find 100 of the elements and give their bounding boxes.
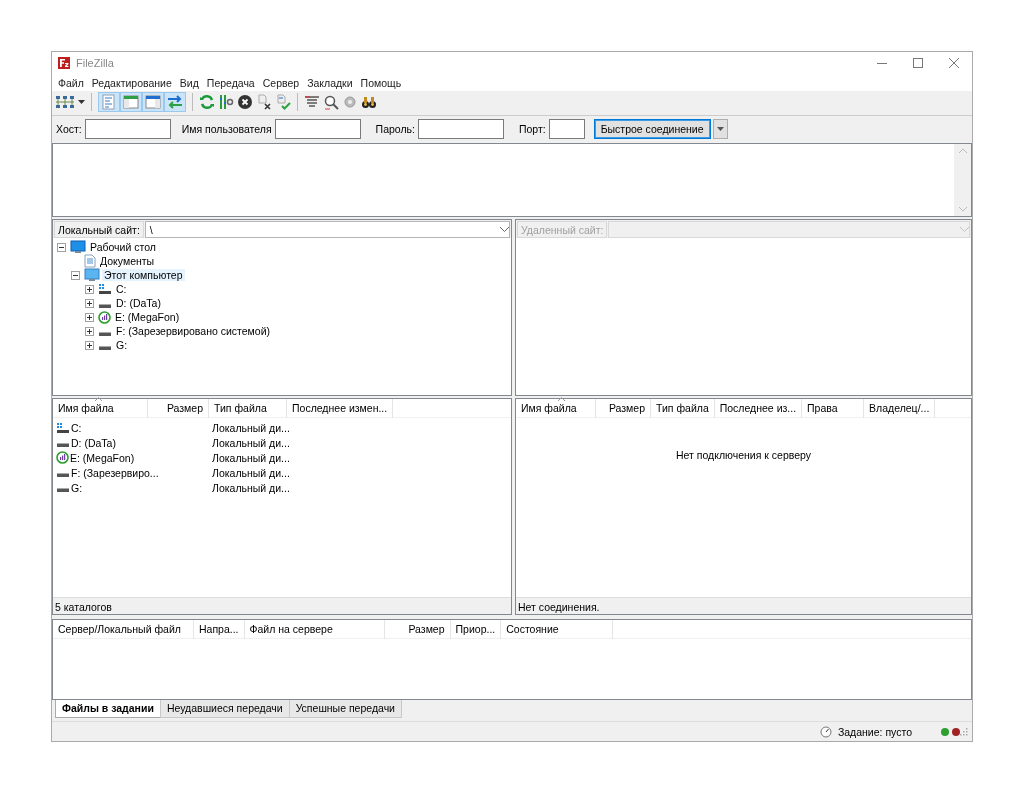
refresh-icon[interactable] [199, 94, 215, 110]
close-icon[interactable] [949, 58, 959, 68]
tree-item[interactable]: Этот компьютер [102, 269, 185, 281]
monitor-icon [84, 268, 100, 282]
cancel-icon[interactable] [237, 94, 253, 110]
file-name-cell[interactable]: C: [53, 421, 209, 434]
toggle-button[interactable] [98, 92, 120, 112]
column-header[interactable]: Последнее из... [714, 399, 803, 418]
field-label: Порт: [518, 122, 546, 135]
tree-item[interactable]: D: (DaTa) [114, 297, 163, 309]
expand-icon[interactable] [85, 284, 94, 294]
tree-item[interactable]: F: (Зарезервировано системой) [114, 325, 273, 337]
text-field[interactable] [84, 118, 171, 139]
site-label: Локальный сайт: [54, 221, 144, 238]
table-cell-text: Локальный ди... [211, 481, 291, 494]
column-header[interactable]: Файл на сервере [244, 620, 385, 639]
menu-item[interactable]: Сервер [258, 76, 304, 89]
transfer-arrows-icon [167, 94, 183, 110]
tree-item[interactable]: E: (MegaFon) [113, 311, 182, 323]
queue-process-icon[interactable] [218, 94, 234, 110]
tab[interactable]: Неудавшиеся передачи [159, 700, 290, 718]
toggle-button[interactable] [142, 92, 164, 112]
collapse-icon[interactable] [71, 270, 80, 280]
binoculars-icon[interactable] [361, 94, 377, 110]
menu-item[interactable]: Вид [175, 76, 203, 89]
file-name-cell[interactable]: D: (DaTa) [53, 436, 209, 449]
column-header[interactable]: Размер [384, 620, 451, 639]
drive-icon [99, 303, 111, 308]
column-header[interactable]: Тип файла [209, 399, 287, 418]
filter-icon[interactable] [304, 94, 320, 110]
file-name-cell[interactable]: F: (Зарезервиро... [53, 466, 209, 479]
menu-item[interactable]: Закладки [303, 76, 357, 89]
tree-item[interactable]: G: [114, 339, 130, 351]
file-name-cell[interactable]: E: (MegaFon) [53, 451, 209, 464]
drive-icon [57, 488, 69, 492]
column-header[interactable]: Напра... [194, 620, 245, 639]
table-cell-text: Локальный ди... [211, 451, 291, 464]
drive-icon [99, 345, 111, 350]
collapse-icon[interactable] [57, 242, 66, 252]
chevron-icon [960, 227, 969, 232]
tree-item[interactable]: C: [114, 283, 129, 295]
field-label: Пароль: [375, 122, 415, 135]
expand-icon[interactable] [85, 298, 94, 308]
toggle-button[interactable] [120, 92, 142, 112]
caret-icon[interactable] [78, 100, 85, 104]
column-header[interactable]: Состояние [501, 620, 614, 639]
scrollbar[interactable] [954, 144, 971, 216]
status-text: Нет соединения. [516, 597, 971, 614]
column-header[interactable]: Размер [596, 399, 651, 418]
maximize-icon[interactable] [913, 58, 923, 68]
column-header[interactable]: Тип файла [651, 399, 715, 418]
tree-item[interactable]: Рабочий стол [88, 241, 158, 253]
file-name-cell[interactable]: G: [53, 481, 209, 494]
column-header[interactable]: Имя файла [516, 399, 596, 418]
quickconnect-button[interactable]: Быстрое соединение [593, 118, 711, 139]
column-header[interactable]: Сервер/Локальный файл [53, 620, 194, 639]
signal-icon [56, 451, 69, 464]
column-header[interactable]: Имя файла [53, 399, 148, 418]
log-icon [101, 94, 117, 110]
caret-icon [716, 126, 724, 131]
text-field[interactable] [548, 118, 585, 139]
drive-icon [57, 473, 69, 477]
panel-icon [123, 94, 139, 110]
menu-item[interactable]: Передача [202, 76, 259, 89]
text-field[interactable] [274, 118, 361, 139]
drive-icon [99, 331, 111, 336]
expand-icon[interactable] [85, 312, 94, 322]
path-field[interactable]: \ [144, 221, 510, 238]
column-header[interactable]: Приор... [450, 620, 502, 639]
field-label: Имя пользователя [181, 122, 272, 135]
window-title: FileZilla [76, 57, 114, 69]
table-cell-text: Локальный ди... [211, 436, 291, 449]
column-header[interactable]: Последнее измен... [287, 399, 394, 418]
column-header[interactable]: Размер [148, 399, 209, 418]
resize-grip-icon [960, 727, 968, 736]
expand-icon[interactable] [85, 340, 94, 350]
status-text: 5 каталогов [53, 597, 511, 614]
table-cell-text: Локальный ди... [211, 466, 291, 479]
empty-message: Нет подключения к серверу [675, 448, 812, 461]
menu-item[interactable]: Файл [54, 76, 88, 89]
column-header[interactable]: Права [802, 399, 865, 418]
menu-item[interactable]: Редактирование [87, 76, 176, 89]
drive-icon [57, 443, 69, 447]
tab[interactable]: Успешные передачи [288, 700, 402, 718]
site-label: Удаленный сайт: [517, 221, 608, 238]
text-field[interactable] [417, 118, 504, 139]
toggle-button[interactable] [164, 92, 186, 112]
gauge-icon [819, 725, 832, 738]
search-icon[interactable] [323, 94, 339, 110]
chevron-icon [500, 227, 509, 232]
tab[interactable]: Файлы в задании [55, 700, 161, 718]
expand-icon[interactable] [85, 326, 94, 336]
queue-status: Задание: пусто [837, 725, 912, 738]
network-icon[interactable] [55, 94, 75, 110]
column-header[interactable]: Владелец/... [864, 399, 936, 418]
disconnect-icon[interactable] [256, 94, 272, 110]
dropdown-button[interactable] [712, 118, 728, 139]
menu-item[interactable]: Помощь [356, 76, 406, 89]
tree-item[interactable]: Документы [98, 255, 157, 267]
path-field[interactable] [608, 221, 970, 238]
